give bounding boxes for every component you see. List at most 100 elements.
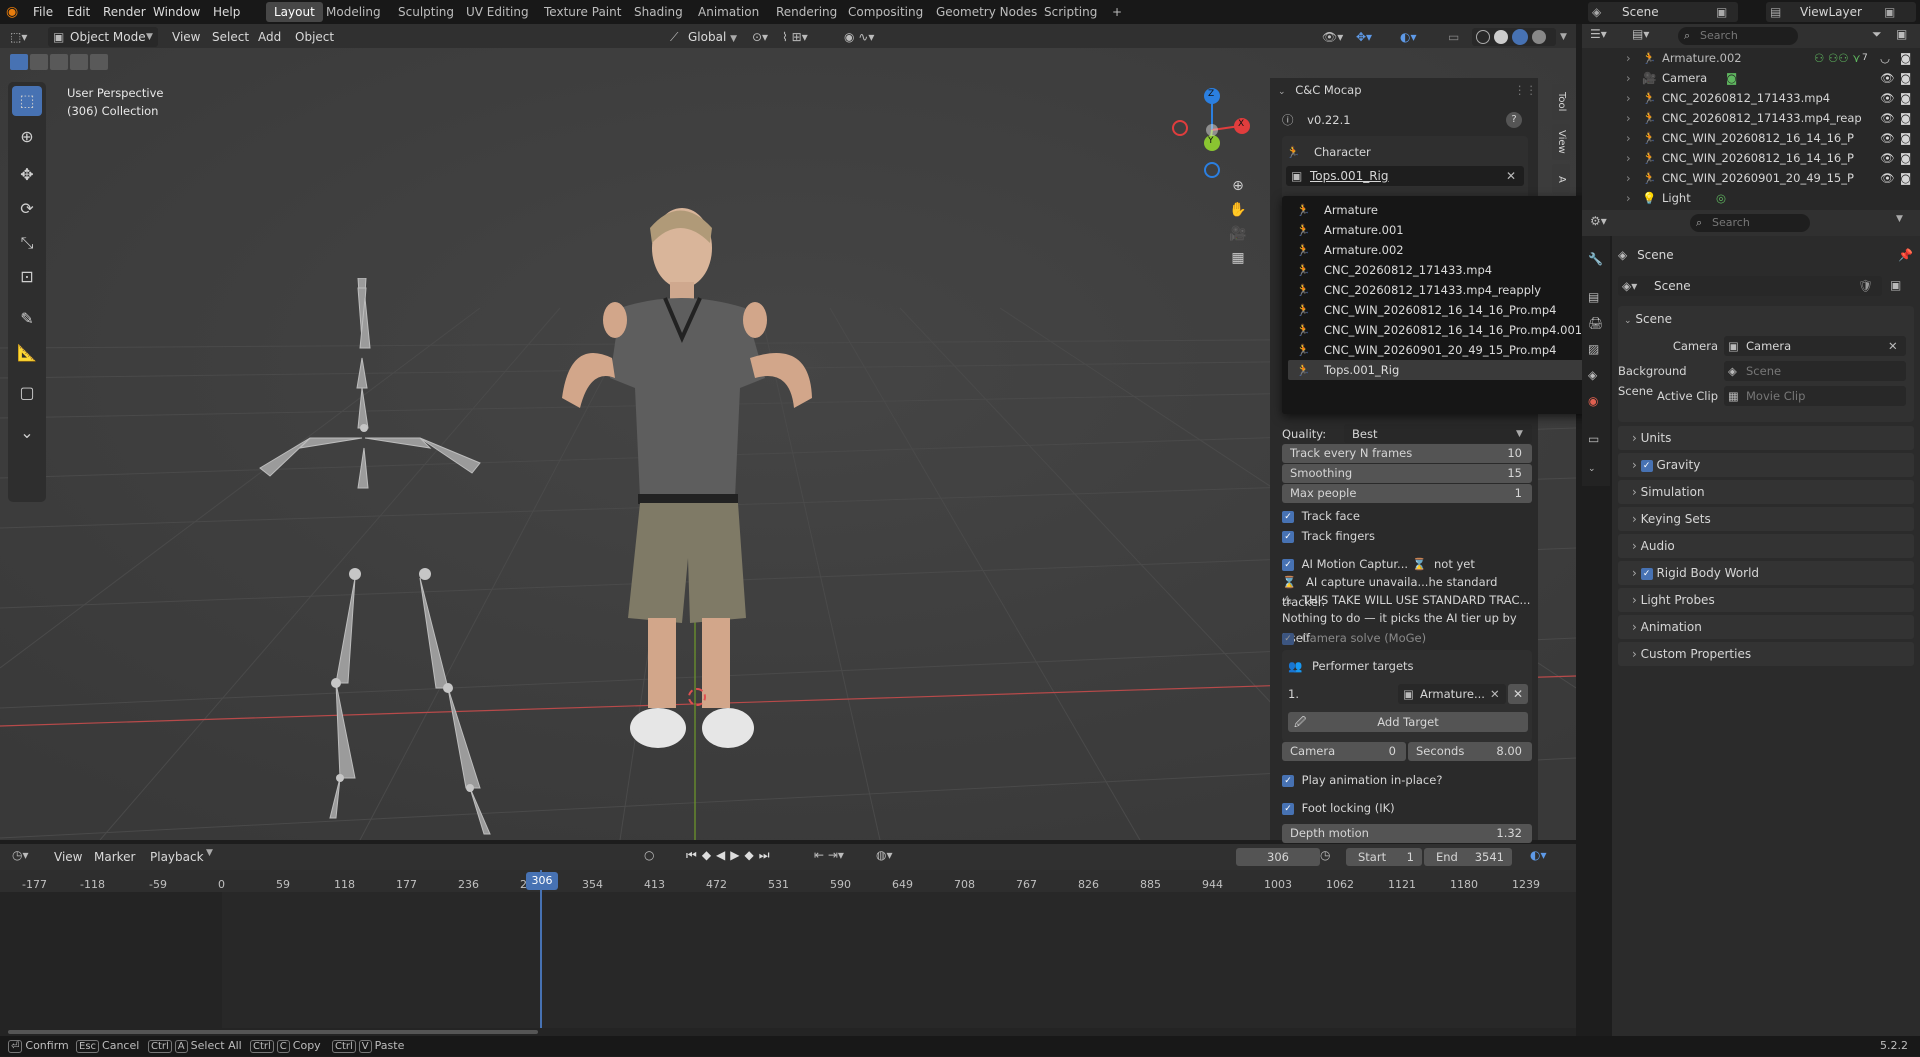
section-rigid-body-world[interactable]: › ✓ Rigid Body World [1618, 561, 1914, 585]
blender-logo-icon[interactable]: ◉ [6, 4, 22, 20]
xray-icon[interactable]: ▭ [1448, 27, 1459, 47]
eye-icon[interactable]: 👁 [1880, 168, 1895, 188]
editor-type-icon[interactable]: ⬚▾ [10, 27, 27, 47]
new-scene-icon[interactable]: ▣ [1890, 278, 1901, 292]
keying-icon[interactable]: ⇤ ⇥▾ [814, 848, 844, 862]
section-audio[interactable]: › Audio [1618, 534, 1914, 558]
record-icon[interactable]: ○ [644, 848, 654, 862]
properties-search-input[interactable]: ⌕ Search [1690, 214, 1810, 232]
tab-shading[interactable]: Shading [626, 2, 691, 22]
section-keying-sets[interactable]: › Keying Sets [1618, 507, 1914, 531]
outliner-row[interactable]: › 🎥 Camera ◙ 👁 ◙ [1582, 68, 1920, 88]
solid-shading-icon[interactable] [1494, 30, 1508, 44]
foot-locking-checkbox[interactable]: ✓ Foot locking (IK) [1282, 798, 1395, 818]
select-invert-icon[interactable] [90, 54, 108, 70]
scene-tab-icon[interactable]: ◈ [1588, 368, 1597, 382]
clear-icon[interactable]: ✕ [1888, 336, 1898, 356]
properties-editor-icon[interactable]: ⚙▾ [1590, 214, 1607, 228]
menu-file[interactable]: File [26, 0, 60, 24]
menu-edit[interactable]: Edit [60, 0, 97, 24]
overlays-icon[interactable]: ◐▾ [1400, 27, 1417, 47]
checkbox-checked-icon[interactable]: ✓ [1640, 567, 1653, 580]
display-mode-icon[interactable]: ▤▾ [1632, 27, 1649, 41]
depth-motion-field[interactable]: Depth motion 1.32 [1282, 824, 1532, 843]
clear-icon[interactable]: ✕ [1506, 166, 1516, 186]
camera-render-icon[interactable]: ◙ [1900, 48, 1911, 68]
menu-help[interactable]: Help [206, 0, 247, 24]
eye-icon[interactable]: 👁 [1880, 108, 1895, 128]
play-icon[interactable]: ▶ [730, 848, 744, 862]
more-tabs-icon[interactable]: ⌄ [1588, 464, 1596, 474]
dropdown-item[interactable]: 🏃 CNC_WIN_20260901_20_49_15_Pro.mp4 [1288, 340, 1586, 360]
auto-key-icon[interactable]: ◍▾ [876, 848, 893, 862]
add-workspace-icon[interactable]: + [1104, 2, 1130, 22]
tab-animation[interactable]: Animation [690, 2, 767, 22]
scene-datablock-field[interactable]: ◈▾ Scene 🛡 [1618, 276, 1882, 296]
camera-render-icon[interactable]: ◙ [1900, 108, 1911, 128]
camera-render-icon[interactable]: ◙ [1900, 148, 1911, 168]
section-custom-properties[interactable]: › Custom Properties [1618, 642, 1914, 666]
filter-icon[interactable]: ⏷ [1872, 27, 1882, 42]
transform-tool-icon[interactable]: ⊡ [12, 262, 42, 292]
dropdown-item[interactable]: 🏃 Armature.001 [1288, 220, 1586, 240]
camera-view-icon[interactable]: 🎥 [1228, 222, 1248, 246]
outliner-row[interactable]: › 🏃 CNC_20260812_171433.mp4_reap 👁 ◙ [1582, 108, 1920, 128]
tool-tab-icon[interactable]: 🔧 [1588, 252, 1603, 266]
eye-icon[interactable]: 👁 [1880, 88, 1895, 108]
visibility-icon[interactable]: 👁▾ [1322, 27, 1343, 47]
camera-field[interactable]: Camera 0 [1282, 742, 1406, 761]
new-collection-icon[interactable]: ▣ [1896, 27, 1907, 41]
tab-rendering[interactable]: Rendering [768, 2, 845, 22]
menu-add[interactable]: Add [258, 27, 281, 47]
extra-tool-icon[interactable]: ⌄ [12, 418, 42, 448]
camera-render-icon[interactable]: ◙ [1900, 88, 1911, 108]
section-light-probes[interactable]: › Light Probes [1618, 588, 1914, 612]
scene-camera-field[interactable]: ▣ Camera ✕ [1724, 336, 1906, 356]
pin-icon[interactable]: 📌 [1898, 248, 1913, 262]
shading-options-icon[interactable]: ▼ [1560, 27, 1567, 47]
quality-select[interactable]: Best ▼ [1344, 424, 1532, 443]
tab-tool[interactable]: Tool [1552, 84, 1570, 120]
start-frame-field[interactable]: Start 1 [1346, 848, 1422, 866]
dropdown-item[interactable]: 🏃 Armature [1288, 200, 1586, 220]
select-subtract-icon[interactable] [50, 54, 68, 70]
material-shading-icon[interactable] [1512, 29, 1528, 45]
panel-header[interactable]: ⌄ C&C Mocap ⋮⋮ [1278, 80, 1537, 100]
view-layer-tab-icon[interactable]: ▨ [1588, 342, 1599, 356]
menu-select[interactable]: Select [212, 27, 249, 47]
tab-texture-paint[interactable]: Texture Paint [536, 2, 629, 22]
proportional-edit-icon[interactable]: ◉ ∿▾ [844, 27, 874, 47]
viewlayer-selector[interactable]: ▤ ViewLayer ▣ [1766, 2, 1916, 22]
track-face-checkbox[interactable]: ✓ Track face [1282, 506, 1360, 526]
menu-view[interactable]: View [172, 27, 200, 47]
rotate-tool-icon[interactable]: ⟳ [12, 194, 42, 224]
dropdown-item[interactable]: 🏃 CNC_WIN_20260812_16_14_16_Pro.mp4 [1288, 300, 1586, 320]
tab-scripting[interactable]: Scripting [1036, 2, 1105, 22]
end-frame-field[interactable]: End 3541 [1424, 848, 1512, 866]
scale-tool-icon[interactable]: ⤡ [12, 228, 42, 258]
track-every-field[interactable]: Track every N frames 10 [1282, 444, 1532, 463]
copy-scene-icon[interactable]: ▣ [1716, 2, 1727, 22]
tab-layout[interactable]: Layout [266, 2, 323, 22]
menu-object[interactable]: Object [295, 27, 334, 47]
rendered-shading-icon[interactable] [1532, 30, 1546, 44]
eye-icon[interactable]: 👁 [1880, 68, 1895, 88]
outliner-editor-icon[interactable]: ☰▾ [1590, 27, 1607, 41]
pan-hand-icon[interactable]: ✋ [1228, 198, 1248, 222]
play-reverse-icon[interactable]: ◀ [716, 848, 730, 862]
smoothing-field[interactable]: Smoothing 15 [1282, 464, 1532, 483]
menu-render[interactable]: Render [96, 0, 153, 24]
play-inplace-checkbox[interactable]: ✓ Play animation in-place? [1282, 770, 1442, 790]
grid-view-icon[interactable]: ▦ [1228, 246, 1248, 270]
background-scene-field[interactable]: ◈ Scene [1724, 361, 1906, 381]
timeline-overlay-icon[interactable]: ◐▾ [1530, 848, 1547, 862]
tab-uv-editing[interactable]: UV Editing [458, 2, 537, 22]
outliner-row[interactable]: › 🏃 Armature.002 ⚇ ⚇⚇ ⋎ 7 ◡ ◙ [1582, 48, 1920, 68]
character-field[interactable]: ▣ Tops.001_Rig ✕ [1286, 166, 1524, 186]
select-box-icon[interactable] [10, 54, 28, 70]
zoom-icon[interactable]: ⊕ [1228, 174, 1248, 198]
output-tab-icon[interactable]: 🖨 [1588, 316, 1603, 330]
chevron-down-icon[interactable]: ▼ [1896, 214, 1903, 224]
snap-icon[interactable]: ⌇ ⊞▾ [782, 27, 808, 47]
cursor-tool-icon[interactable]: ⊕ [12, 122, 42, 152]
